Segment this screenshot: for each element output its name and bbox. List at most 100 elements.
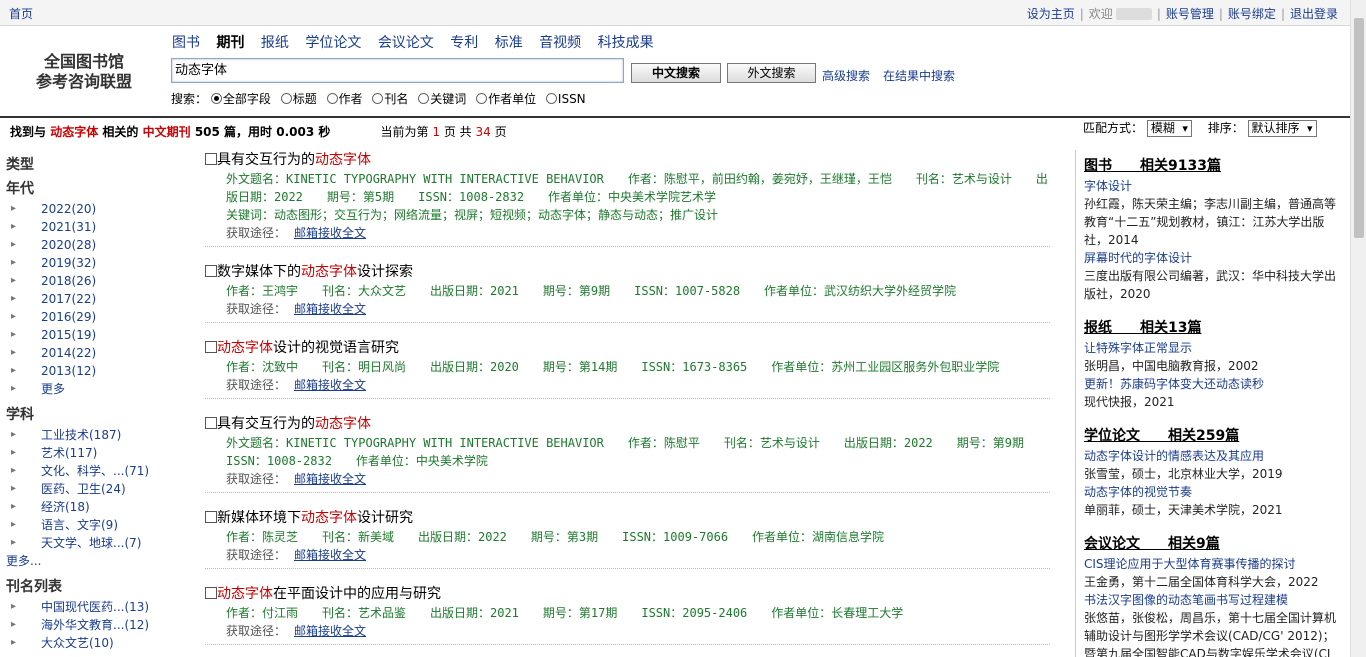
radio-icon[interactable]: [280, 93, 292, 104]
match-sort-bar: 匹配方式： 模糊 排序： 默认排序: [1083, 119, 1317, 137]
facet-year-item[interactable]: 2017(22): [6, 290, 196, 308]
facet-year-item[interactable]: 2013(12): [6, 362, 196, 380]
email-fulltext-link[interactable]: 邮箱接收全文: [294, 624, 366, 638]
facet-subject-item[interactable]: 医药、卫生(24): [6, 480, 196, 498]
facet-year-more[interactable]: 更多: [6, 380, 196, 398]
facet-year-item[interactable]: 2016(29): [6, 308, 196, 326]
facet-journal-item[interactable]: 中国现代医药...(13): [6, 598, 196, 616]
facet-year-item[interactable]: 2019(32): [6, 254, 196, 272]
search-field-options: 搜索： 全部字段 标题 作者 刊名 关键词 作者单位 ISSN: [171, 90, 592, 107]
radio-icon[interactable]: [545, 93, 557, 104]
related-news-link[interactable]: 让特殊字体正常显示: [1084, 339, 1340, 357]
chinese-search-button[interactable]: 中文搜索: [631, 63, 721, 83]
related-conf-link[interactable]: CIS理论应用于大型体育赛事传播的探讨: [1084, 555, 1340, 573]
account-manage-link[interactable]: 账号管理: [1166, 7, 1214, 21]
facet-year-item[interactable]: 2015(19): [6, 326, 196, 344]
select-checkbox[interactable]: [205, 341, 217, 353]
related-thesis-link[interactable]: 动态字体的视觉节奏: [1084, 483, 1340, 501]
facet-journal-item[interactable]: 海外华文教育...(12): [6, 616, 196, 634]
facet-year-item[interactable]: 2014(22): [6, 344, 196, 362]
facet-subject-item[interactable]: 语言、文字(9): [6, 516, 196, 534]
facet-year-item[interactable]: 2020(28): [6, 236, 196, 254]
field-option-all[interactable]: 全部字段: [210, 92, 271, 106]
logout-link[interactable]: 退出登录: [1290, 7, 1338, 21]
email-fulltext-link[interactable]: 邮箱接收全文: [294, 226, 366, 240]
facet-subject-item[interactable]: 经济(18): [6, 498, 196, 516]
match-mode-select[interactable]: 模糊: [1146, 120, 1192, 137]
result-title[interactable]: 动态字体设计的视觉语言研究: [205, 338, 1050, 358]
related-news-heading[interactable]: 报纸 相关13篇: [1084, 317, 1340, 337]
sort-select[interactable]: 默认排序: [1247, 120, 1317, 137]
radio-icon[interactable]: [372, 93, 384, 104]
tab-standards[interactable]: 标准: [495, 35, 523, 51]
match-label: 匹配方式：: [1083, 121, 1144, 135]
result-access: 获取途径： 邮箱接收全文: [226, 624, 367, 638]
facet-year-item[interactable]: 2021(31): [6, 218, 196, 236]
tab-patents[interactable]: 专利: [450, 35, 478, 51]
tab-audio-video[interactable]: 音视频: [539, 35, 581, 51]
related-book-link[interactable]: 屏幕时代的字体设计: [1084, 249, 1340, 267]
email-fulltext-link[interactable]: 邮箱接收全文: [294, 548, 366, 562]
page-scrollbar[interactable]: [1350, 0, 1366, 657]
result-title[interactable]: 新媒体环境下动态字体设计研究: [205, 508, 1050, 528]
result-access: 获取途径： 邮箱接收全文: [226, 226, 367, 240]
field-option-affiliation[interactable]: 作者单位: [476, 92, 536, 106]
search-in-results-link[interactable]: 在结果中搜索: [883, 67, 955, 84]
page-info: 当前为第 1 页 共 34 页: [380, 125, 507, 139]
select-checkbox[interactable]: [205, 417, 217, 429]
radio-icon[interactable]: [418, 93, 430, 104]
result-summary: 找到与 动态字体 相关的 中文期刊 505 篇，用时 0.003 秒 当前为第 …: [10, 125, 507, 139]
facet-subject-item[interactable]: 艺术(117): [6, 444, 196, 462]
related-conf-link[interactable]: 书法汉字图像的动态笔画书写过程建模: [1084, 591, 1340, 609]
tab-sci-results[interactable]: 科技成果: [598, 35, 654, 51]
facet-subject-item[interactable]: 文化、科学、...(71): [6, 462, 196, 480]
tab-conference[interactable]: 会议论文: [378, 35, 434, 51]
related-thesis-heading[interactable]: 学位论文 相关259篇: [1084, 425, 1340, 445]
field-option-journal[interactable]: 刊名: [372, 92, 408, 106]
tab-books[interactable]: 图书: [172, 35, 200, 51]
set-homepage-link[interactable]: 设为主页: [1027, 7, 1075, 21]
radio-selected-icon[interactable]: [210, 93, 222, 104]
field-option-title[interactable]: 标题: [280, 92, 317, 106]
home-link[interactable]: 首页: [9, 5, 33, 22]
facet-year-item[interactable]: 2018(26): [6, 272, 196, 290]
select-checkbox[interactable]: [205, 587, 217, 599]
field-option-issn[interactable]: ISSN: [545, 92, 586, 106]
email-fulltext-link[interactable]: 邮箱接收全文: [294, 302, 366, 316]
facet-journal-item[interactable]: 大众文艺(10): [6, 634, 196, 652]
facet-year-item[interactable]: 2022(20): [6, 200, 196, 218]
result-title[interactable]: 动态字体在平面设计中的应用与研究: [205, 584, 1050, 604]
radio-icon[interactable]: [476, 93, 488, 104]
related-book-link[interactable]: 字体设计: [1084, 177, 1340, 195]
tab-newspapers[interactable]: 报纸: [261, 35, 289, 51]
result-title[interactable]: 数字媒体下的动态字体设计探索: [205, 262, 1050, 282]
search-input[interactable]: 动态字体: [171, 58, 624, 83]
advanced-search-link[interactable]: 高级搜索: [822, 67, 870, 84]
tab-journals[interactable]: 期刊: [216, 35, 244, 51]
facet-year-heading: 年代: [6, 181, 34, 197]
field-option-keyword[interactable]: 关键词: [418, 92, 466, 106]
related-news-link[interactable]: 更新！苏康码字体变大还动态读秒: [1084, 375, 1340, 393]
account-bind-link[interactable]: 账号绑定: [1228, 7, 1276, 21]
foreign-search-button[interactable]: 外文搜索: [727, 63, 816, 83]
facet-subject-item[interactable]: 天文学、地球...(7): [6, 534, 196, 552]
select-checkbox[interactable]: [205, 265, 217, 277]
email-fulltext-link[interactable]: 邮箱接收全文: [294, 472, 366, 486]
site-logo[interactable]: 全国图书馆 参考咨询联盟: [28, 52, 140, 92]
related-conf-heading[interactable]: 会议论文 相关9篇: [1084, 533, 1340, 553]
column-divider: [1075, 150, 1076, 657]
result-title[interactable]: 具有交互行为的动态字体: [205, 414, 1050, 434]
related-books-heading[interactable]: 图书 相关9133篇: [1084, 155, 1340, 175]
facet-subject-item[interactable]: 工业技术(187): [6, 426, 196, 444]
select-checkbox[interactable]: [205, 511, 217, 523]
result-item: 动态字体设计的视觉语言研究 作者：沈致中 刊名：明日风尚 出版日期：2020 期…: [205, 338, 1050, 399]
related-thesis-link[interactable]: 动态字体设计的情感表达及其应用: [1084, 447, 1340, 465]
tab-theses[interactable]: 学位论文: [305, 35, 361, 51]
radio-icon[interactable]: [326, 93, 338, 104]
select-checkbox[interactable]: [205, 153, 217, 165]
field-option-author[interactable]: 作者: [326, 92, 363, 106]
result-title[interactable]: 具有交互行为的动态字体: [205, 150, 1050, 170]
scrollbar-thumb[interactable]: [1354, 18, 1364, 238]
facet-subject-more[interactable]: 更多...: [6, 552, 196, 570]
email-fulltext-link[interactable]: 邮箱接收全文: [294, 378, 366, 392]
